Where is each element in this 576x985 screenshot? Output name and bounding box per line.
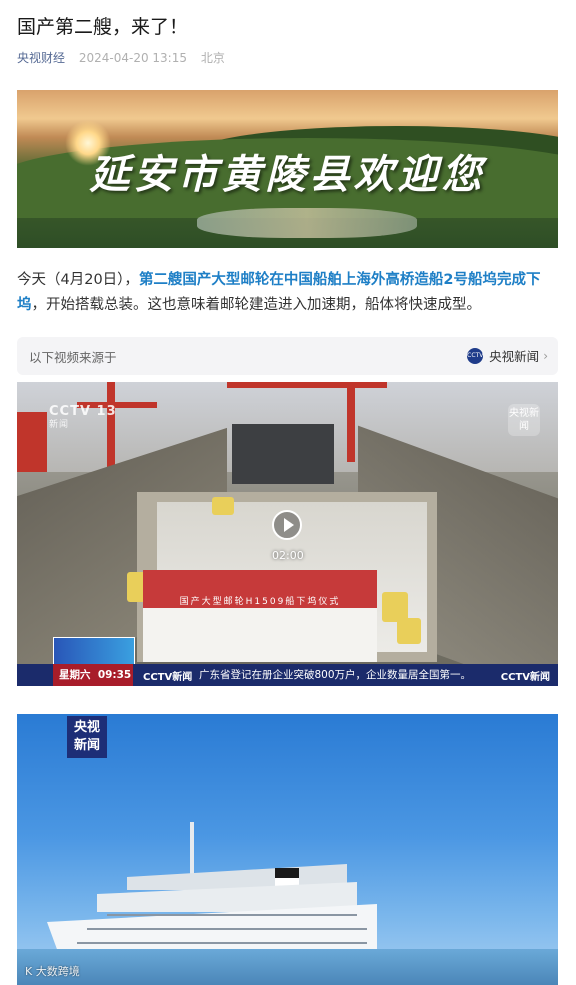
equipment: [397, 618, 421, 644]
cctv-news-logo-icon: CCTV: [467, 347, 483, 364]
video-duration: 02:00: [272, 549, 304, 562]
crane: [347, 382, 355, 462]
paragraph-suffix: ，开始搭载总装。这也意味着邮轮建造进入加速期，船体将快速成型。: [31, 297, 482, 313]
crane: [17, 412, 47, 472]
cruise-ship-photo[interactable]: 央视 新闻 K 大数跨境: [17, 714, 558, 985]
author-link[interactable]: 央视财经: [17, 51, 65, 65]
source-label: 以下视频来源于: [29, 350, 117, 365]
source-watermark: K 大数跨境: [25, 965, 80, 978]
article-paragraph: 今天（4月20日），第二艘国产大型邮轮在中国船舶上海外高桥造船2号船坞完成下坞，…: [17, 268, 562, 318]
banner-image[interactable]: 延安市黄陵县欢迎您: [17, 90, 558, 248]
play-icon[interactable]: [272, 510, 302, 540]
deck-stripe: [77, 942, 367, 944]
paragraph-prefix: 今天（4月20日），: [17, 272, 139, 288]
chevron-right-icon: ›: [543, 348, 548, 363]
ticker-logo-right: CCTV新闻: [500, 672, 550, 683]
cctv-news-brand-icon: 央视 新闻: [67, 716, 107, 758]
sea: [17, 949, 558, 985]
article-title: 国产第二艘，来了！: [17, 16, 189, 38]
deck-stripe: [107, 914, 357, 916]
deck-stripe: [87, 928, 367, 930]
ship-section: [232, 424, 334, 484]
article-meta: 央视财经 2024-04-20 13:15 北京: [17, 49, 225, 66]
ticker-datetime: 星期六 09:35: [53, 664, 133, 686]
ticker-text: 广东省登记在册企业突破800万户，企业数量居全国第一。: [199, 669, 472, 681]
video-source-bar[interactable]: 以下视频来源于 CCTV 央视新闻 ›: [17, 337, 558, 375]
ceremony-banner: 国产大型邮轮H1509船下坞仪式: [143, 570, 377, 610]
news-graphic: [53, 637, 135, 667]
cctv13-watermark: CCTV 13 新闻: [49, 404, 117, 430]
banner-slogan: 延安市黄陵县欢迎您: [89, 151, 486, 198]
ship-mast: [190, 822, 194, 874]
source-channel-link[interactable]: CCTV 央视新闻 ›: [467, 346, 548, 365]
publish-time: 2024-04-20 13:15: [78, 51, 187, 65]
equipment: [212, 497, 234, 515]
video-player[interactable]: 国产大型邮轮H1509船下坞仪式 CCTV 13 新闻 央视新闻 02:00 星期…: [17, 382, 558, 686]
publish-location: 北京: [200, 51, 225, 65]
source-channel-name: 央视新闻: [489, 349, 540, 364]
crane: [227, 382, 387, 388]
news-ticker: 星期六 09:35 CCTV新闻 广东省登记在册企业突破800万户，企业数量居全…: [17, 664, 558, 686]
ticker-logo: CCTV新闻: [143, 672, 193, 683]
ceremony-stage: [143, 608, 377, 662]
ceremony-banner-text: 国产大型邮轮H1509船下坞仪式: [179, 597, 341, 607]
cctv-news-watermark: 央视新闻: [508, 404, 540, 436]
banner-water: [197, 208, 417, 238]
